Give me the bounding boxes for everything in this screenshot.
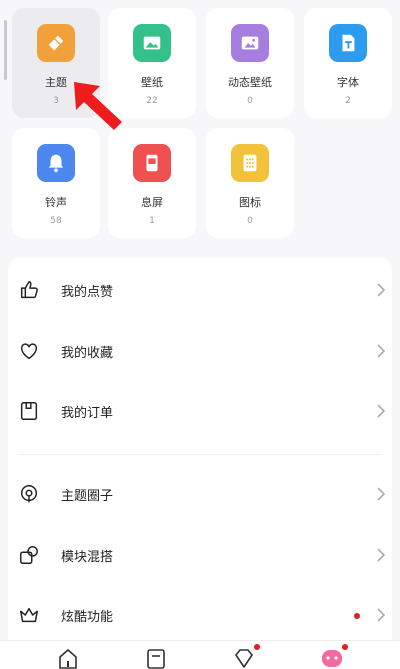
- tile-icons[interactable]: 图标 0: [206, 128, 294, 238]
- chevron-right-icon: [377, 548, 386, 562]
- chevron-right-icon: [377, 404, 386, 418]
- chevron-right-icon: [377, 283, 386, 297]
- wallpaper-icon: [133, 24, 171, 62]
- heart-icon: [20, 343, 38, 360]
- icon-grid-icon: [231, 144, 269, 182]
- scrollbar[interactable]: [4, 20, 7, 80]
- module-mix-icon: [20, 546, 38, 564]
- menu-row-favorites[interactable]: 我的收藏: [8, 329, 392, 373]
- tile-count: 0: [247, 216, 253, 226]
- tab-diamond[interactable]: [232, 644, 260, 669]
- tile-aod[interactable]: 息屏 1: [108, 128, 196, 238]
- tile-count: 0: [247, 96, 253, 106]
- tile-label: 动态壁纸: [228, 76, 272, 89]
- chevron-right-icon: [377, 608, 386, 622]
- tile-ringtone[interactable]: 铃声 58: [12, 128, 100, 238]
- bookmark-icon: [147, 649, 165, 669]
- circle-community-icon: [20, 485, 38, 503]
- tab-badge-dot: [254, 644, 260, 650]
- bell-icon: [37, 144, 75, 182]
- bottom-tab-bar: [0, 640, 400, 669]
- new-badge-dot: [354, 613, 360, 619]
- order-icon: [20, 402, 38, 420]
- live-wallpaper-icon: [231, 24, 269, 62]
- menu-row-likes[interactable]: 我的点赞: [8, 268, 392, 312]
- tab-profile[interactable]: [320, 644, 348, 669]
- red-arrow-annotation: [74, 82, 122, 130]
- tile-count: 1: [149, 216, 155, 226]
- menu-label: 我的收藏: [61, 346, 114, 361]
- tab-bookmarks[interactable]: [144, 647, 168, 669]
- tile-label: 图标: [239, 196, 261, 209]
- font-icon: [329, 24, 367, 62]
- home-icon: [59, 648, 77, 669]
- menu-row-community[interactable]: 主题圈子: [8, 472, 392, 516]
- menu-label: 我的点赞: [61, 285, 114, 300]
- tile-label: 字体: [337, 76, 359, 89]
- profile-icon: [322, 650, 342, 667]
- tile-live-wallpaper[interactable]: 动态壁纸 0: [206, 8, 294, 118]
- tile-font[interactable]: 字体 2: [304, 8, 392, 118]
- thumbs-up-icon: [20, 281, 38, 299]
- menu-row-orders[interactable]: 我的订单: [8, 389, 392, 433]
- menu-row-cool-features[interactable]: 炫酷功能: [8, 593, 392, 637]
- chevron-right-icon: [377, 487, 386, 501]
- tile-label: 铃声: [45, 196, 67, 209]
- menu-label: 我的订单: [61, 406, 114, 421]
- tile-count: 2: [345, 96, 351, 106]
- theme-brush-icon: [37, 24, 75, 62]
- menu-label: 炫酷功能: [61, 610, 114, 625]
- tile-label: 息屏: [141, 196, 163, 209]
- section-divider: [18, 454, 382, 455]
- crown-icon: [20, 607, 38, 623]
- tab-home[interactable]: [56, 647, 80, 669]
- tile-count: 58: [50, 216, 62, 226]
- menu-row-module-mix[interactable]: 模块混搭: [8, 533, 392, 577]
- tab-badge-dot: [342, 644, 348, 650]
- menu-label: 模块混搭: [61, 550, 114, 565]
- aod-icon: [133, 144, 171, 182]
- menu-panel: 我的点赞 我的收藏 我的订单 主题圈子 模块混搭 炫酷功能: [8, 258, 392, 648]
- menu-label: 主题圈子: [61, 489, 114, 504]
- diamond-icon: [235, 649, 253, 668]
- chevron-right-icon: [377, 344, 386, 358]
